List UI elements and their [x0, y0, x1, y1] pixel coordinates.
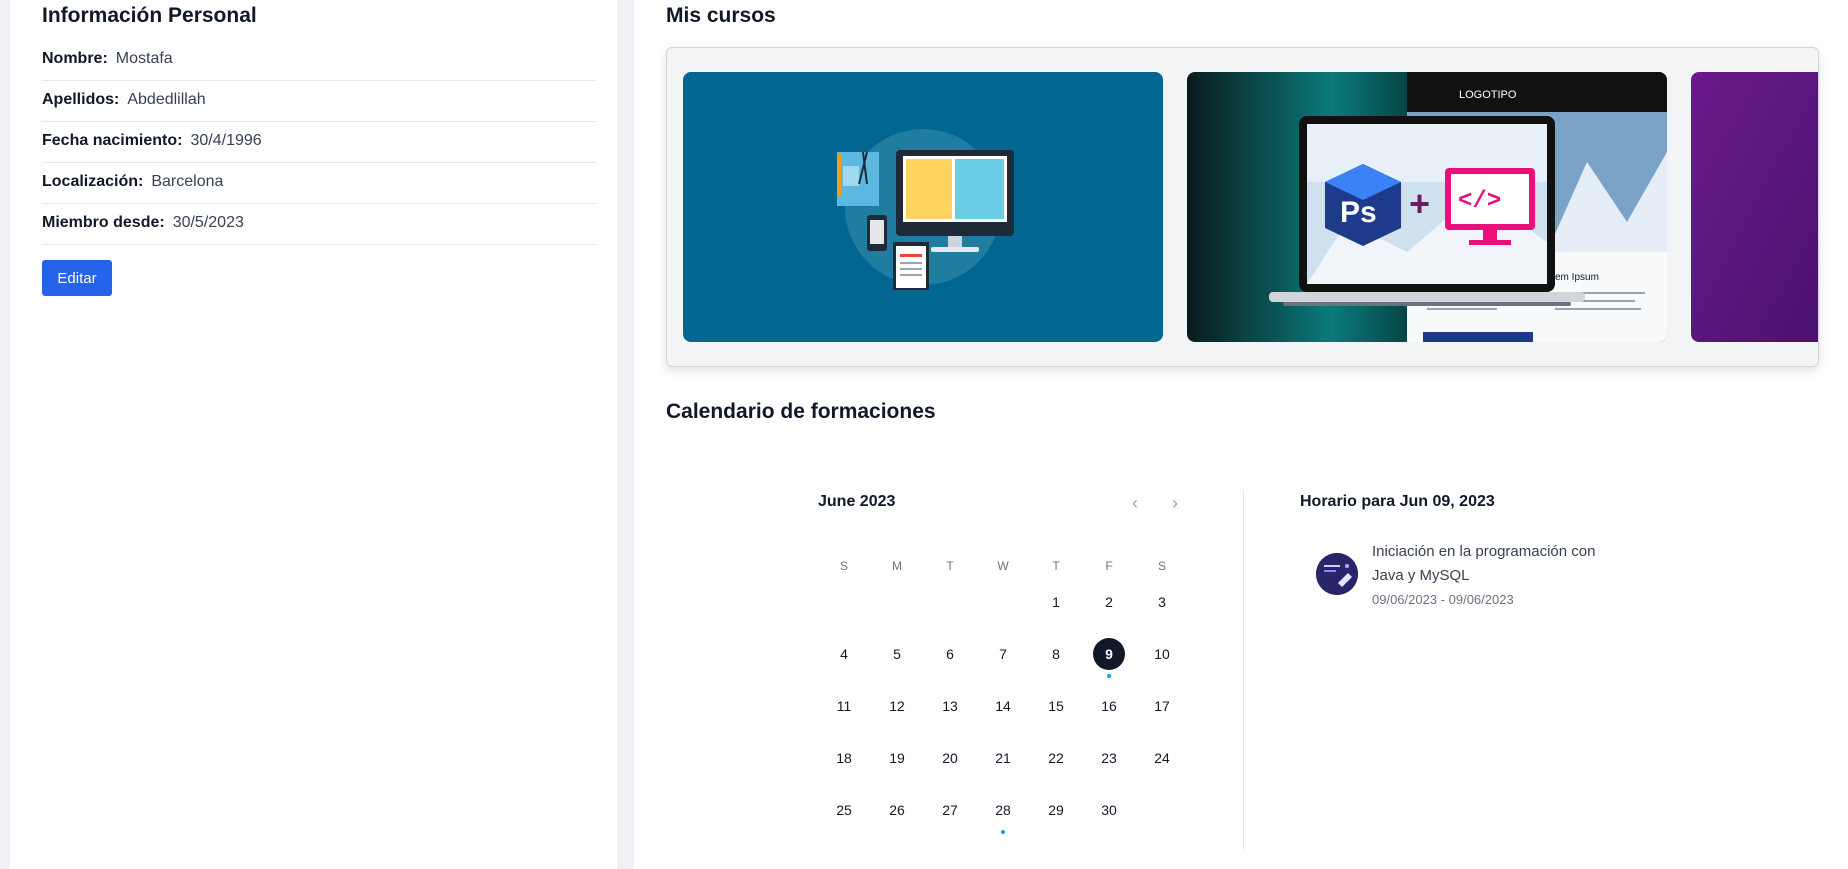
calendar-day[interactable]: 29: [1040, 794, 1072, 826]
svg-text:</>: </>: [1458, 188, 1501, 215]
info-row-fecha-nacimiento: Fecha nacimiento: 30/4/1996: [42, 122, 596, 163]
calendar-day[interactable]: 10: [1146, 638, 1178, 670]
main-content: Mis cursos LOGOTIPO em Ipsum Ps + </> Ca…: [634, 0, 1848, 869]
schedule-event[interactable]: Iniciación en la programación con Java y…: [1316, 540, 1636, 610]
course-card-2[interactable]: LOGOTIPO em Ipsum Ps + </>: [1187, 72, 1667, 342]
slide-heading-text: em Ipsum: [1555, 272, 1599, 283]
calendar-day[interactable]: 21: [987, 742, 1019, 774]
info-row-miembro-desde: Miembro desde: 30/5/2023: [42, 204, 596, 245]
calendar-day[interactable]: 15: [1040, 690, 1072, 722]
event-avatar: [1316, 553, 1358, 595]
calendar-day[interactable]: 8: [1040, 638, 1072, 670]
info-label: Localización:: [42, 173, 144, 190]
calendar-day[interactable]: 11: [828, 690, 860, 722]
info-row-apellidos: Apellidos: Abdedlillah: [42, 81, 596, 122]
info-label: Nombre:: [42, 50, 108, 67]
info-label: Miembro desde:: [42, 214, 165, 231]
edit-button[interactable]: Editar: [42, 260, 112, 296]
calendar-day[interactable]: 14: [987, 690, 1019, 722]
info-value: Mostafa: [115, 50, 173, 67]
info-value: Abdedlillah: [127, 91, 206, 108]
courses-carousel[interactable]: LOGOTIPO em Ipsum Ps + </>: [666, 47, 1819, 367]
event-indicator-dot: [1001, 830, 1005, 834]
calendar-divider: [1243, 490, 1244, 850]
calendar-day[interactable]: 13: [934, 690, 966, 722]
weekday-header: W: [997, 559, 1009, 573]
slide-logo-text: LOGOTIPO: [1459, 89, 1517, 101]
weekday-header: F: [1105, 559, 1113, 573]
svg-text:Ps: Ps: [1340, 196, 1377, 229]
info-value: 30/5/2023: [172, 214, 244, 231]
calendar-day[interactable]: 6: [934, 638, 966, 670]
calendar-day[interactable]: 26: [881, 794, 913, 826]
info-row-localizacion: Localización: Barcelona: [42, 163, 596, 204]
calendar-day[interactable]: 18: [828, 742, 860, 774]
calendar-day[interactable]: 22: [1040, 742, 1072, 774]
info-label: Apellidos:: [42, 91, 120, 108]
calendar-day[interactable]: 30: [1093, 794, 1125, 826]
calendar-day[interactable]: 19: [881, 742, 913, 774]
info-value: 30/4/1996: [190, 132, 262, 149]
event-indicator-dot: [1107, 674, 1111, 678]
calendar-title: Calendario de formaciones: [666, 400, 936, 423]
schedule-title: Horario para Jun 09, 2023: [1300, 493, 1495, 510]
event-dates: 09/06/2023 - 09/06/2023: [1372, 592, 1514, 607]
training-calendar: June 2023 ‹ › S M T W T F S 1 2 3 4 5 6 7 8 9 10 1…: [634, 460, 1848, 869]
weekday-header: T: [946, 559, 954, 573]
info-label: Fecha nacimiento:: [42, 132, 183, 149]
weekday-header: T: [1052, 559, 1060, 573]
svg-text:+: +: [1409, 183, 1430, 224]
calendar-day[interactable]: 2: [1093, 586, 1125, 618]
course-3-illustration: [1691, 72, 1818, 342]
calendar-day[interactable]: 20: [934, 742, 966, 774]
calendar-day[interactable]: 1: [1040, 586, 1072, 618]
course-card-1[interactable]: [683, 72, 1163, 342]
calendar-day[interactable]: 3: [1146, 586, 1178, 618]
course-2-illustration: LOGOTIPO em Ipsum Ps + </>: [1187, 72, 1667, 342]
calendar-day[interactable]: 17: [1146, 690, 1178, 722]
courses-title: Mis cursos: [666, 4, 776, 27]
info-row-nombre: Nombre: Mostafa: [42, 40, 596, 81]
calendar-day[interactable]: 7: [987, 638, 1019, 670]
calendar-day[interactable]: 23: [1093, 742, 1125, 774]
event-name: Iniciación en la programación con Java y…: [1372, 543, 1596, 584]
calendar-day[interactable]: 4: [828, 638, 860, 670]
calendar-day[interactable]: 12: [881, 690, 913, 722]
weekday-header: S: [839, 559, 848, 573]
course-card-3[interactable]: [1691, 72, 1818, 342]
personal-info-title: Información Personal: [42, 4, 257, 27]
calendar-day[interactable]: 24: [1146, 742, 1178, 774]
calendar-day[interactable]: 9: [1093, 638, 1125, 670]
prev-month-button[interactable]: ‹: [1122, 491, 1148, 515]
calendar-day[interactable]: 27: [934, 794, 966, 826]
calendar-day[interactable]: 16: [1093, 690, 1125, 722]
course-thumbnail-icon: [1316, 553, 1358, 595]
calendar-day[interactable]: 25: [828, 794, 860, 826]
course-1-illustration: [683, 72, 1163, 342]
info-value: Barcelona: [151, 173, 224, 190]
weekday-header: S: [1157, 559, 1166, 573]
weekday-header: M: [892, 559, 902, 573]
calendar-month-label: June 2023: [818, 493, 896, 510]
next-month-button[interactable]: ›: [1162, 491, 1188, 515]
personal-info-card: Información Personal Nombre: Mostafa Apel…: [10, 0, 617, 869]
calendar-day[interactable]: 28: [987, 794, 1019, 826]
calendar-day[interactable]: 5: [881, 638, 913, 670]
